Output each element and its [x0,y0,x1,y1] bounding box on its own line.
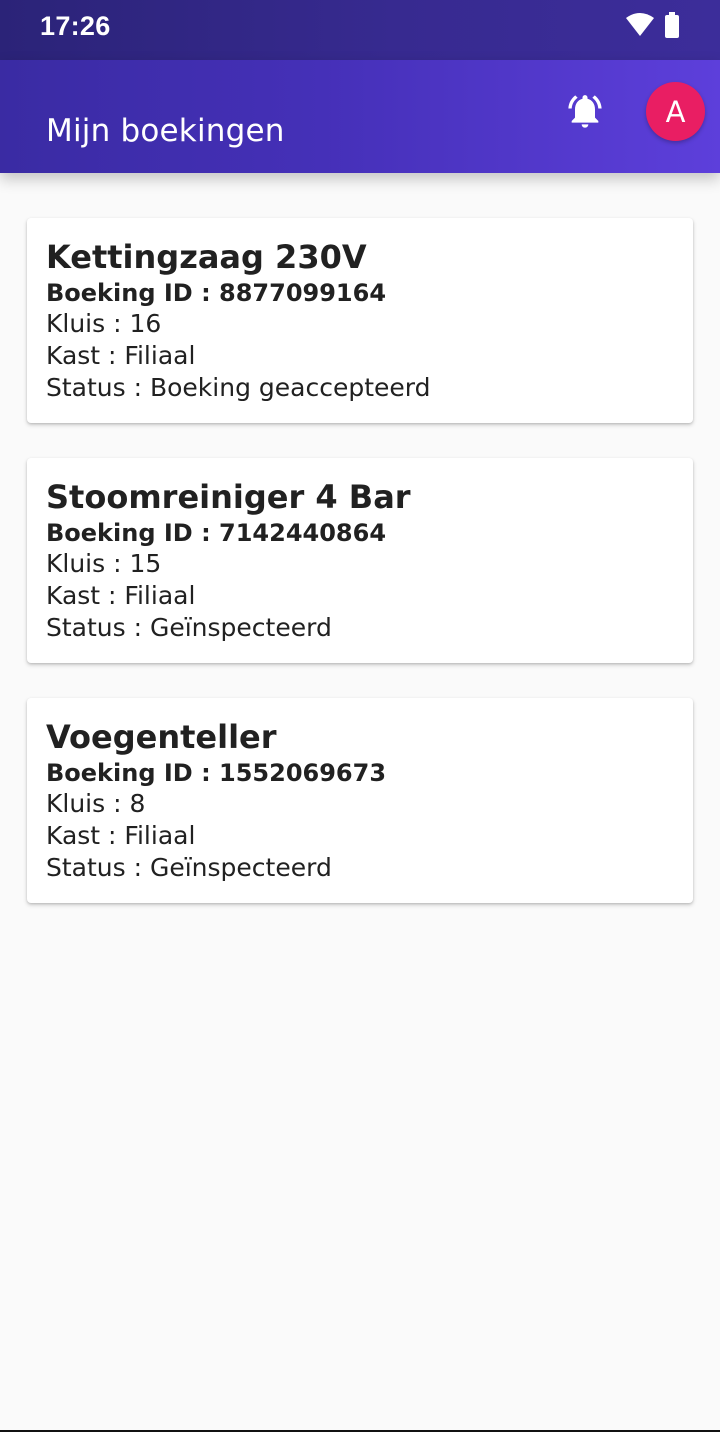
status-value: Geïnspecteerd [149,613,332,642]
kast-value: Filiaal [124,821,196,850]
kluis-label: Kluis : [46,309,130,338]
kluis-value: 16 [129,309,162,338]
booking-card[interactable]: Kettingzaag 230V Boeking ID : 8877099164… [27,218,693,423]
notifications-button[interactable] [560,88,610,138]
kast-value: Filiaal [124,581,196,610]
booking-list: Kettingzaag 230V Boeking ID : 8877099164… [27,218,693,938]
booking-id-line: Boeking ID : 7142440864 [46,518,674,548]
status-line: Status : Geïnspecteerd [46,852,674,884]
kast-value: Filiaal [124,341,196,370]
kast-label: Kast : [46,341,125,370]
kluis-value: 8 [129,789,146,818]
booking-id-value: 8877099164 [219,279,387,307]
booking-id-label: Boeking ID : [46,759,220,787]
booking-id-value: 1552069673 [219,759,387,787]
status-line: Status : Geïnspecteerd [46,612,674,644]
page-title: Mijn boekingen [46,112,285,149]
booking-title: Voegenteller [46,718,277,756]
kast-label: Kast : [46,821,125,850]
status-value: Geïnspecteerd [149,853,332,882]
booking-card[interactable]: Voegenteller Boeking ID : 1552069673 Klu… [27,698,693,903]
bell-ringing-icon [565,91,605,135]
app-bar: Mijn boekingen A [0,60,720,173]
kast-label: Kast : [46,581,125,610]
battery-icon [664,12,680,42]
status-icons [626,12,680,42]
booking-title: Stoomreiniger 4 Bar [46,478,411,516]
kast-line: Kast : Filiaal [46,340,674,372]
kluis-value: 15 [129,549,162,578]
avatar-letter: A [665,94,686,129]
booking-card[interactable]: Stoomreiniger 4 Bar Boeking ID : 7142440… [27,458,693,663]
booking-title: Kettingzaag 230V [46,238,367,276]
wifi-icon [626,13,654,41]
status-label: Status : [46,373,150,402]
kluis-line: Kluis : 15 [46,548,674,580]
kast-line: Kast : Filiaal [46,820,674,852]
kluis-line: Kluis : 16 [46,308,674,340]
kluis-label: Kluis : [46,549,130,578]
status-label: Status : [46,853,150,882]
kast-line: Kast : Filiaal [46,580,674,612]
status-line: Status : Boeking geaccepteerd [46,372,674,404]
kluis-label: Kluis : [46,789,130,818]
booking-id-label: Boeking ID : [46,279,220,307]
booking-id-label: Boeking ID : [46,519,220,547]
booking-id-line: Boeking ID : 1552069673 [46,758,674,788]
booking-id-value: 7142440864 [219,519,387,547]
avatar[interactable]: A [646,82,705,141]
booking-id-line: Boeking ID : 8877099164 [46,278,674,308]
status-value: Boeking geaccepteerd [149,373,431,402]
status-bar: 17:26 [0,0,720,60]
status-label: Status : [46,613,150,642]
status-time: 17:26 [40,11,111,41]
kluis-line: Kluis : 8 [46,788,674,820]
